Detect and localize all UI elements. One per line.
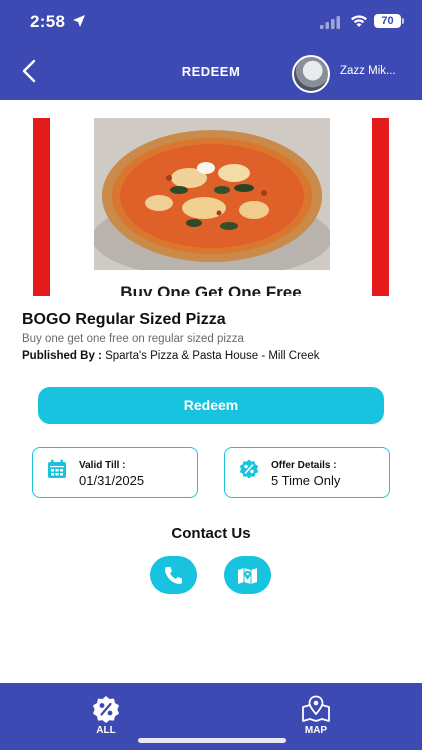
percent-badge-icon [239,459,259,479]
calendar-icon [48,459,66,478]
nav-item-map[interactable]: MAP [286,695,346,736]
published-by: Published By : Sparta's Pizza & Pasta Ho… [22,350,319,362]
top-bar: 2:58 70 REDEEM Zazz Mik... [0,0,422,100]
offer-title: BOGO Regular Sized Pizza [22,311,226,328]
app-header: REDEEM Zazz Mik... [0,44,422,100]
directions-button[interactable] [224,556,271,594]
phone-icon [165,567,182,584]
call-button[interactable] [150,556,197,594]
percent-badge-icon [93,696,119,723]
pizza-illustration [94,118,330,270]
redeem-button[interactable]: Redeem [38,387,384,424]
offer-banner [33,118,389,296]
redeem-screen: 2:58 70 REDEEM Zazz Mik... Buy One Get O… [0,0,422,750]
map-pin-icon [302,695,330,722]
offer-details-card: Offer Details : 5 Time Only [224,447,390,498]
status-bar: 2:58 70 [0,0,422,44]
banner-red-stripe-left [33,118,50,296]
wifi-icon [351,15,367,27]
valid-till-value: 01/31/2025 [79,473,145,488]
valid-till-label: Valid Till : [79,460,126,471]
published-by-value: Sparta's Pizza & Pasta House - Mill Cree… [105,350,320,362]
pizza-image [94,118,330,270]
nav-item-all[interactable]: ALL [76,695,136,736]
offer-description: Buy one get one free on regular sized pi… [22,333,244,345]
status-time: 2:58 [30,12,66,31]
banner-caption: Buy One Get One Free [120,283,302,296]
username-label[interactable]: Zazz Mik... [340,65,396,77]
offer-details-label: Offer Details : [271,460,337,471]
banner-red-stripe-right [372,118,389,296]
valid-till-card: Valid Till : 01/31/2025 [32,447,198,498]
published-by-label: Published By : [22,350,102,362]
contact-us-heading: Contact Us [171,525,251,542]
home-indicator [138,738,286,743]
signal-icon [320,16,340,29]
location-arrow-icon [73,15,85,27]
battery-tip [402,18,404,24]
battery-indicator: 70 [374,14,401,28]
avatar[interactable] [292,55,330,93]
map-icon [238,568,257,584]
nav-label-map: MAP [304,725,328,736]
nav-label-all: ALL [96,725,116,736]
offer-details-value: 5 Time Only [271,473,341,488]
